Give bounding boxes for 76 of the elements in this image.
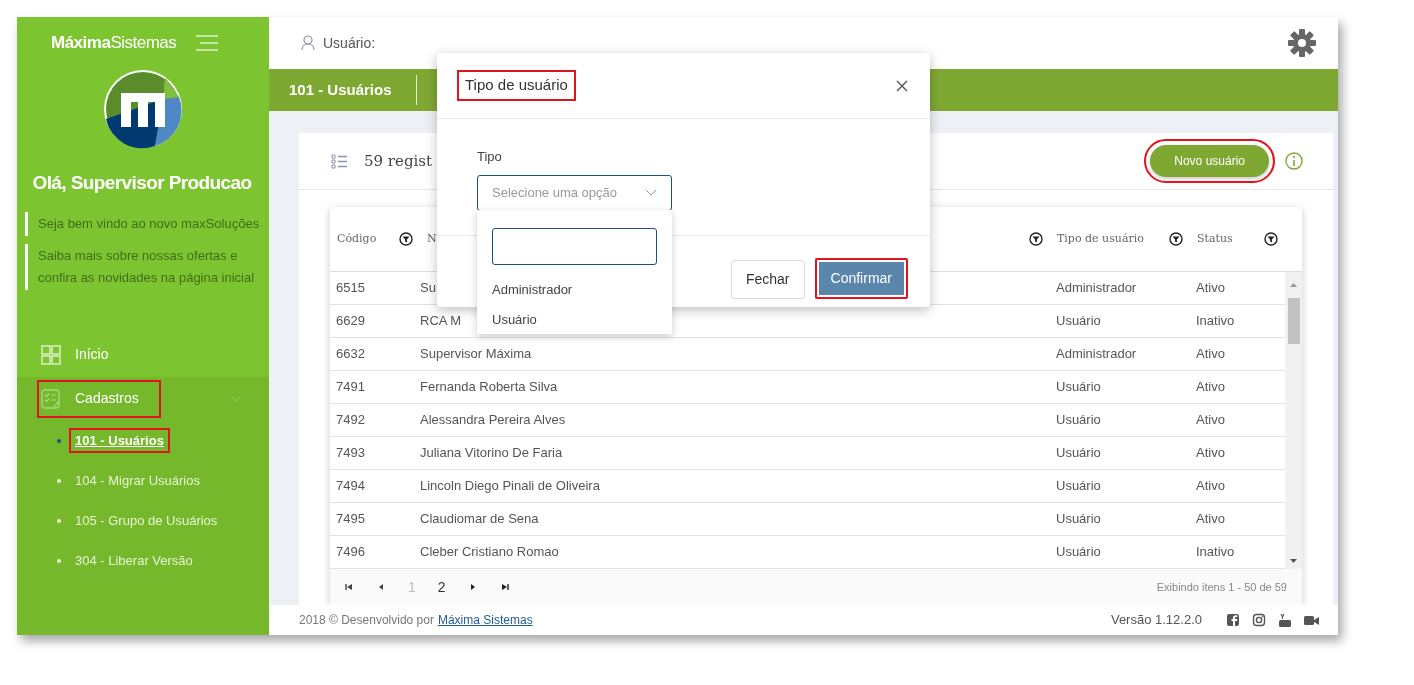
table-cell: Juliana Vitorino De Faria (420, 437, 1050, 470)
pagination-summary: Exibindo itens 1 - 50 de 59 (1156, 579, 1287, 595)
logo-icon (103, 69, 183, 149)
list-icon (331, 153, 348, 169)
page-title: 101 - Usuários (288, 79, 393, 100)
close-icon[interactable] (896, 79, 908, 92)
table-cell: 7491 (330, 371, 420, 404)
table-cell: Supervisor Máxima (420, 338, 1050, 371)
table-cell: 7494 (330, 470, 420, 503)
close-button[interactable]: Fechar (730, 260, 805, 299)
column-header[interactable]: Status (1197, 230, 1233, 248)
info-icon[interactable] (1285, 152, 1303, 170)
user-icon (301, 35, 315, 51)
column-header[interactable]: Tipo de usuário (1057, 230, 1144, 248)
submenu-item[interactable]: 304 - Liberar Versão (69, 547, 199, 574)
menu-item[interactable]: Cadastros (41, 383, 157, 414)
submenu-item[interactable]: 105 - Grupo de Usuários (69, 507, 224, 534)
user-label: Usuário: (323, 33, 376, 53)
bullet-icon (57, 478, 61, 483)
submenu-item[interactable]: 104 - Migrar Usuários (69, 467, 206, 494)
last-page-icon (499, 582, 510, 592)
table-cell: Usuário (1050, 503, 1190, 536)
filter-icon[interactable] (1169, 232, 1183, 246)
filter-icon[interactable] (1029, 232, 1043, 246)
column-header[interactable]: Código (337, 230, 377, 248)
table-cell: Usuário (1050, 470, 1190, 503)
menu-item[interactable]: Início (17, 332, 109, 377)
table-cell: Alessandra Pereira Alves (420, 404, 1050, 437)
brand-logo: MáximaSistemas (51, 32, 177, 55)
video-camera-icon[interactable] (1304, 613, 1320, 627)
table-cell: Usuário (1050, 305, 1190, 338)
dropdown-option[interactable]: Administrador (492, 275, 657, 305)
column-header[interactable]: N (427, 230, 437, 248)
footer-link[interactable]: Máxima Sistemas (437, 611, 533, 629)
bullet-icon (57, 518, 61, 523)
record-count: 59 regist (364, 150, 433, 172)
table-cell: 7492 (330, 404, 420, 437)
field-label: Tipo (477, 148, 503, 166)
youtube-icon[interactable] (1278, 613, 1292, 627)
table-cell: 6629 (330, 305, 420, 338)
last-page-button[interactable] (499, 582, 510, 592)
first-page-icon (344, 582, 354, 592)
table-cell: Usuário (1050, 371, 1190, 404)
table-cell: 6515 (330, 272, 420, 305)
search-field[interactable] (492, 228, 657, 265)
grid-icon (41, 344, 61, 365)
table-cell: Usuário (1050, 437, 1190, 470)
table-cell: Claudiomar de Sena (420, 503, 1050, 536)
table-cell: 7495 (330, 503, 420, 536)
bullet-icon (57, 558, 61, 563)
table-cell: 6632 (330, 338, 420, 371)
scrollbar[interactable] (1285, 272, 1302, 569)
table-cell: Administrador (1050, 338, 1190, 371)
table-cell: Fernanda Roberta Silva (420, 371, 1050, 404)
submenu-item[interactable]: 101 - Usuários (69, 427, 170, 454)
chevron-icon (645, 189, 657, 196)
first-page-button[interactable] (344, 582, 354, 592)
page-button[interactable]: 2 (437, 576, 446, 598)
confirm-button[interactable]: Confirmar (814, 258, 908, 299)
filter-icon[interactable] (1264, 232, 1278, 246)
scrollbar-thumb[interactable] (1287, 298, 1300, 344)
table-cell: Lincoln Diego Pinali de Oliveira (420, 470, 1050, 503)
table-cell: Administrador (1050, 272, 1190, 305)
checklist-icon (41, 388, 61, 409)
greeting-text: Olá, Supervisor Producao (31, 171, 253, 195)
bullet-icon (57, 438, 61, 443)
dropdown-option[interactable]: Usuário (492, 305, 657, 335)
table-cell: Usuário (1050, 404, 1190, 437)
facebook-icon[interactable] (1226, 613, 1240, 627)
footer-credit: 2018 © Desenvolvido por (299, 612, 434, 629)
settings-icon[interactable] (1288, 29, 1316, 57)
table-cell: 7493 (330, 437, 420, 470)
select-field[interactable]: Selecione uma opção (477, 174, 672, 211)
version-text: Versão 1.12.2.0 (1110, 611, 1202, 630)
filter-icon[interactable] (399, 232, 413, 246)
instagram-icon[interactable] (1252, 613, 1266, 627)
